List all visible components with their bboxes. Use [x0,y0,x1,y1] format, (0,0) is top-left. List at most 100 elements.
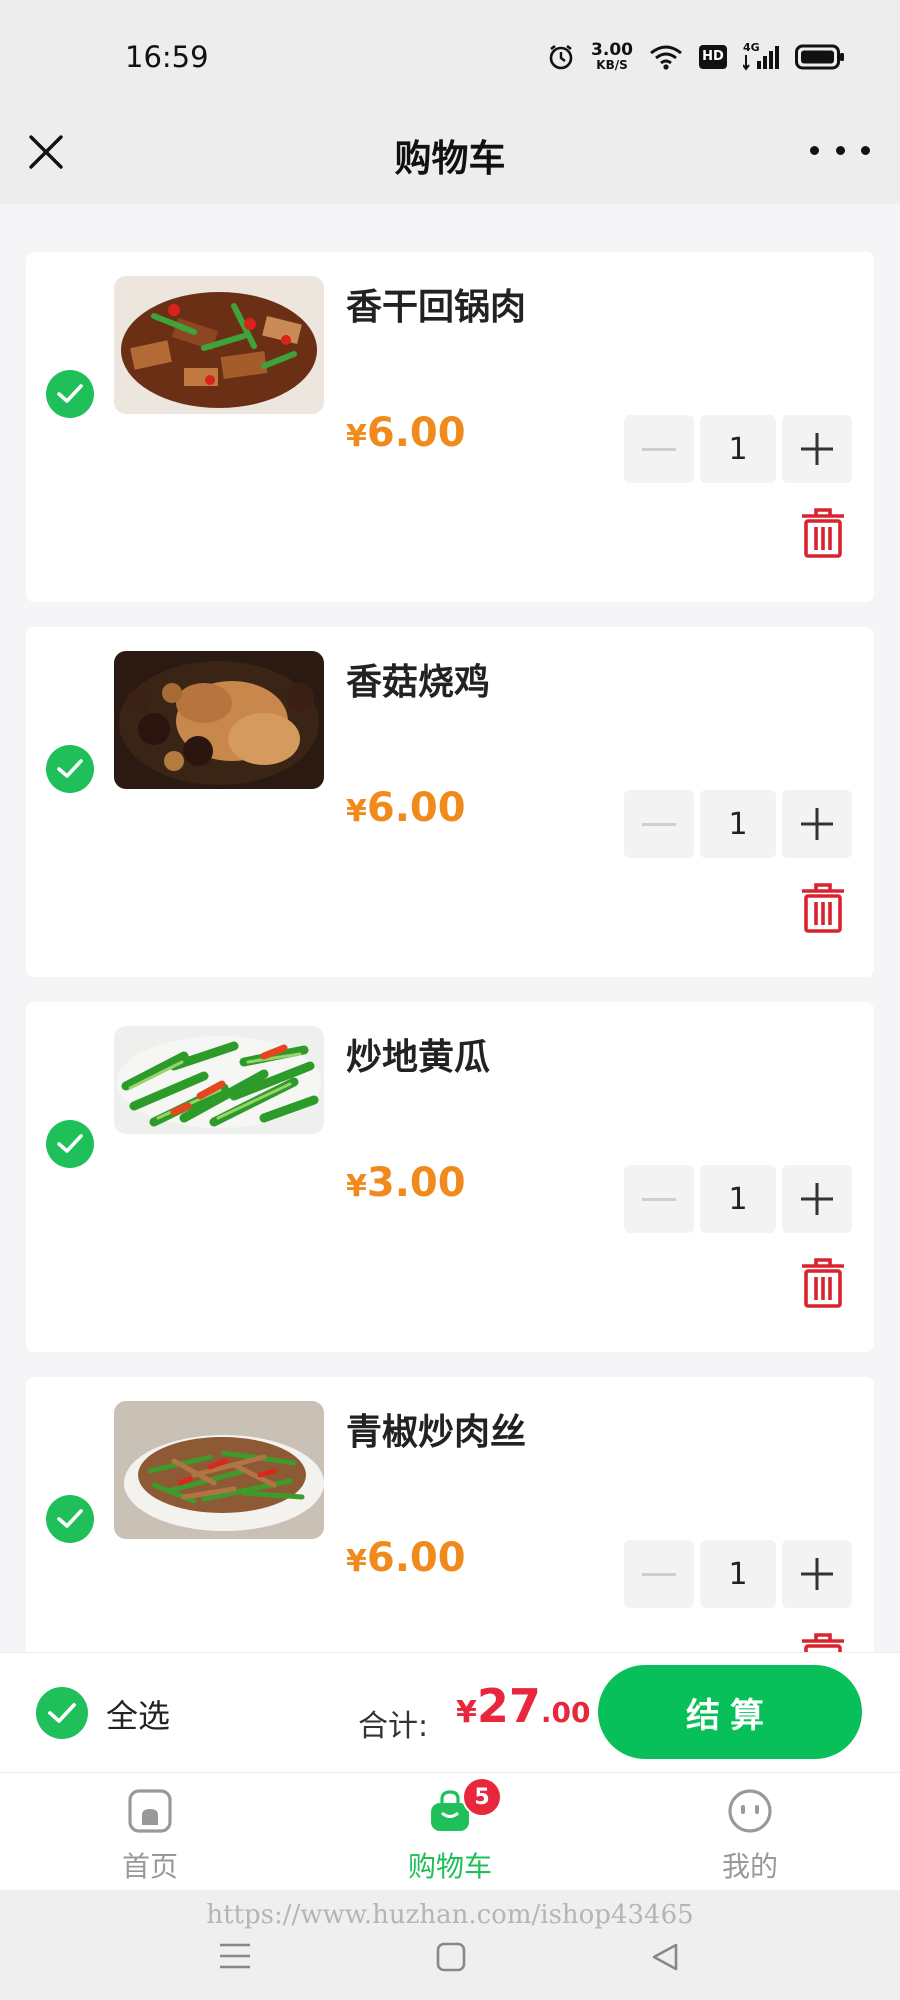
item-checkbox[interactable] [46,745,94,793]
profile-icon [728,1789,772,1833]
tab-label: 首页 [121,1850,178,1883]
hd-icon: HD [699,44,727,69]
hd-label: HD [702,49,724,64]
checkmark-icon [57,384,83,403]
trash-icon [802,883,844,933]
delete-button[interactable] [800,882,846,934]
price-value: 6.00 [366,410,466,456]
select-all-label[interactable]: 全选 [106,1691,170,1737]
quantity-value[interactable]: 1 [700,790,776,858]
minus-icon [642,822,676,826]
net-speed: 3.00 KB/S [591,40,633,72]
delete-button[interactable] [800,507,846,559]
food-name: 青椒炒肉丝 [346,1412,527,1453]
nav-bar: 购物车 [0,100,900,204]
quantity-stepper: 1 [624,415,852,483]
more-dot-icon [861,145,870,155]
minus-icon [642,1572,676,1576]
price-value: 6.00 [366,1535,466,1581]
home-icon [128,1789,172,1833]
decrease-button[interactable] [624,790,694,858]
quantity-value[interactable]: 1 [700,1540,776,1608]
decrease-button[interactable] [624,1540,694,1608]
cart-list[interactable]: 香干回锅肉 ¥6.00 1 香菇烧鸡 ¥6.00 1 炒地黄瓜 ¥3.00 1 … [0,204,900,1652]
item-price: ¥3.00 [346,1160,466,1206]
status-time: 16:59 [125,40,209,74]
currency-symbol: ¥ [346,1169,367,1204]
price-value: 6.00 [366,785,466,831]
more-dot-icon [810,145,819,155]
cart-item: 香菇烧鸡 ¥6.00 1 [26,627,874,977]
item-price: ¥6.00 [346,1535,466,1581]
tab-cart[interactable]: 5 购物车 [370,1777,530,1885]
item-price: ¥6.00 [346,410,466,456]
quantity-value[interactable]: 1 [700,1165,776,1233]
food-image [114,1401,324,1539]
trash-icon [802,1258,844,1308]
food-name: 香干回锅肉 [346,287,527,328]
home-system-button[interactable] [436,1942,466,1976]
increase-button[interactable] [782,790,852,858]
status-icons: 3.00 KB/S HD 4G [547,40,845,72]
increase-button[interactable] [782,415,852,483]
food-image [114,651,324,789]
food-image [114,1026,324,1134]
total-integer: 27 [476,1679,541,1733]
decrease-button[interactable] [624,1165,694,1233]
delete-button[interactable] [800,1257,846,1309]
checkout-bar: 全选 合计: ¥27.00 结算 [0,1652,900,1773]
net-speed-value: 3.00 [591,40,633,60]
item-checkbox[interactable] [46,1120,94,1168]
back-system-button[interactable] [650,1942,680,1976]
checkmark-icon [48,1703,76,1723]
food-name: 炒地黄瓜 [346,1037,491,1078]
cart-badge: 5 [462,1777,502,1817]
quantity-stepper: 1 [624,1165,852,1233]
back-triangle-icon [652,1943,678,1971]
quantity-stepper: 1 [624,790,852,858]
item-checkbox[interactable] [46,370,94,418]
alarm-icon [549,44,573,69]
quantity-value[interactable]: 1 [700,415,776,483]
currency-symbol: ¥ [346,794,367,829]
checkmark-icon [57,759,83,778]
checkmark-icon [57,1509,83,1528]
menu-button[interactable] [218,1942,252,1974]
watermark: https://www.huzhan.com/ishop43465 [206,1900,694,1930]
tab-mine[interactable]: 我的 [670,1787,830,1885]
item-checkbox[interactable] [46,1495,94,1543]
cart-item: 炒地黄瓜 ¥3.00 1 [26,1002,874,1352]
more-button[interactable] [810,140,870,160]
signal-icon: 4G [743,41,779,71]
currency-symbol: ¥ [346,1544,367,1579]
tab-label: 购物车 [407,1850,492,1883]
item-price: ¥6.00 [346,785,466,831]
plus-icon [801,1183,833,1215]
total-label: 合计: [358,1709,429,1744]
tab-home[interactable]: 首页 [70,1787,230,1885]
cart-item: 香干回锅肉 ¥6.00 1 [26,252,874,602]
currency-symbol: ¥ [346,419,367,454]
wifi-icon [650,45,682,70]
square-icon [436,1942,466,1972]
menu-icon [220,1943,250,1969]
net-speed-unit: KB/S [596,58,628,72]
decrease-button[interactable] [624,415,694,483]
food-image [114,276,324,414]
price-value: 3.00 [366,1160,466,1206]
battery-icon [795,44,844,69]
increase-button[interactable] [782,1540,852,1608]
food-name: 香菇烧鸡 [346,662,491,703]
increase-button[interactable] [782,1165,852,1233]
checkout-button[interactable]: 结算 [598,1665,862,1759]
plus-icon [801,433,833,465]
trash-icon [802,508,844,558]
tab-bar: 首页 5 购物车 我的 [0,1772,900,1891]
total-decimal: .00 [540,1696,591,1729]
more-dot-icon [835,145,845,155]
plus-icon [801,1558,833,1590]
select-all-checkbox[interactable] [36,1687,88,1739]
tab-label: 我的 [721,1850,778,1883]
delete-button[interactable] [800,1632,846,1652]
minus-icon [642,447,676,451]
